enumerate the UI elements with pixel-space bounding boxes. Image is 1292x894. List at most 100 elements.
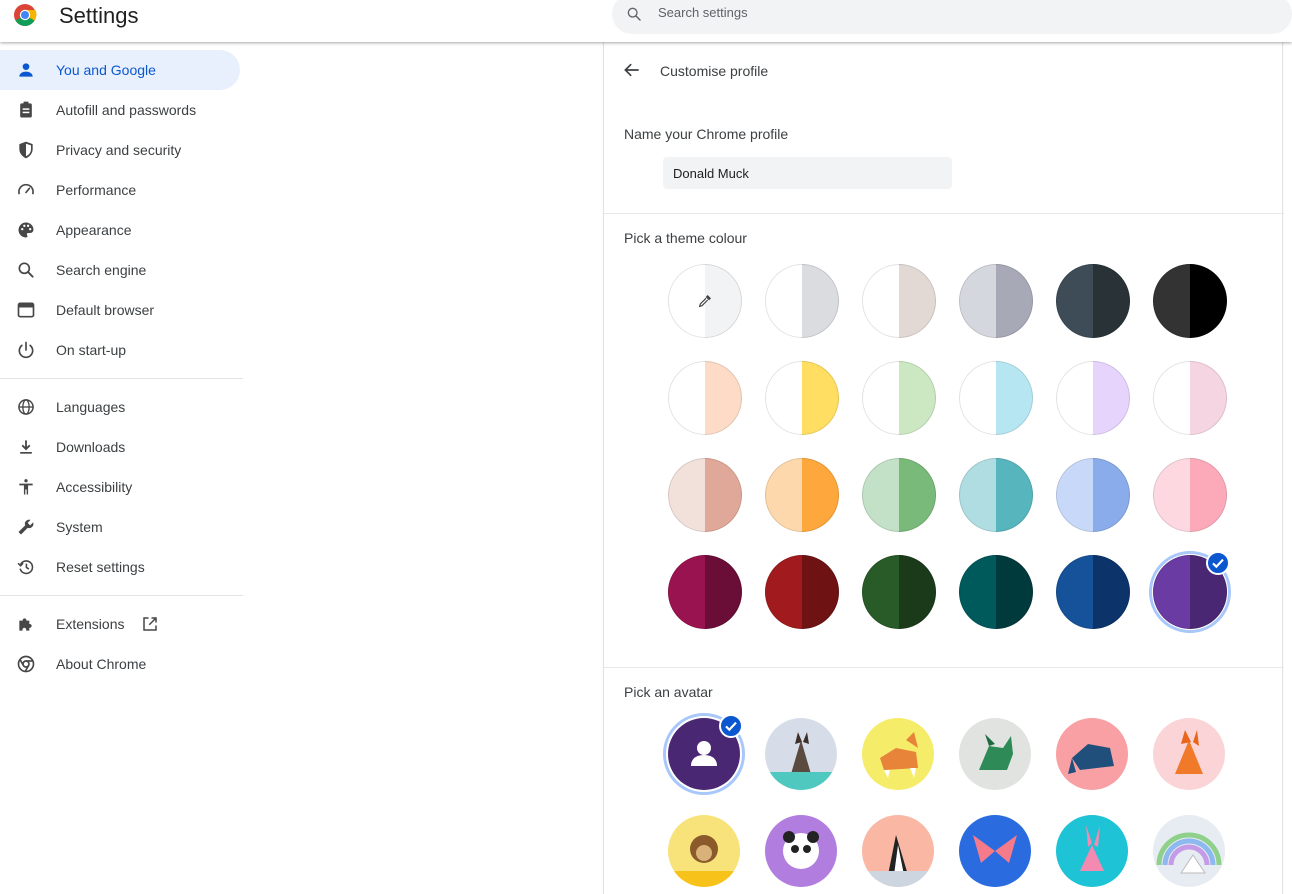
- theme-swatch[interactable]: [765, 361, 839, 435]
- sidebar: You and Google Autofill and passwords Pr…: [0, 42, 243, 894]
- sidebar-item-languages[interactable]: Languages: [0, 387, 240, 427]
- search-icon: [627, 7, 641, 21]
- theme-swatch[interactable]: [765, 458, 839, 532]
- theme-swatch[interactable]: [1056, 361, 1130, 435]
- sidebar-item-label: Appearance: [56, 222, 132, 238]
- sidebar-item-system[interactable]: System: [0, 507, 240, 547]
- theme-swatch[interactable]: [1056, 264, 1130, 338]
- globe-icon: [18, 399, 34, 415]
- sidebar-item-label: About Chrome: [56, 656, 147, 672]
- sidebar-divider: [0, 378, 243, 379]
- origami-fox-avatar[interactable]: [1153, 718, 1225, 790]
- theme-swatch[interactable]: [1153, 264, 1227, 338]
- profile-name-input[interactable]: [663, 157, 952, 189]
- origami-corgi-avatar[interactable]: [862, 718, 934, 790]
- sidebar-item-privacy[interactable]: Privacy and security: [0, 130, 240, 170]
- sidebar-item-appearance[interactable]: Appearance: [0, 210, 240, 250]
- sidebar-item-label: You and Google: [56, 62, 156, 78]
- theme-swatch[interactable]: [668, 555, 742, 629]
- theme-colour-label: Pick a theme colour: [624, 230, 747, 246]
- theme-swatch[interactable]: [959, 264, 1033, 338]
- chrome-logo-icon: [14, 4, 37, 26]
- theme-swatch[interactable]: [862, 264, 936, 338]
- browser-window-icon: [17, 302, 35, 318]
- sidebar-item-label: On start-up: [56, 342, 127, 358]
- clipboard-icon: [20, 101, 32, 118]
- accessibility-icon: [19, 479, 33, 495]
- origami-rabbit-avatar[interactable]: [1056, 815, 1128, 887]
- sidebar-item-label: System: [56, 519, 103, 535]
- theme-swatch[interactable]: [765, 555, 839, 629]
- theme-swatch[interactable]: [668, 361, 742, 435]
- search-icon: [18, 262, 34, 278]
- wrench-icon: [18, 519, 34, 535]
- search-input[interactable]: [658, 5, 1158, 20]
- theme-swatch[interactable]: [1056, 555, 1130, 629]
- sidebar-item-label: Languages: [56, 399, 126, 415]
- sidebar-item-extensions[interactable]: Extensions: [0, 604, 240, 644]
- sidebar-item-downloads[interactable]: Downloads: [0, 427, 240, 467]
- speedometer-icon: [18, 183, 34, 195]
- origami-dragon-avatar[interactable]: [959, 718, 1031, 790]
- app-title: Settings: [59, 3, 139, 28]
- top-bar: Settings: [0, 0, 1292, 42]
- sidebar-item-label: Search engine: [56, 262, 147, 278]
- section-divider: [604, 213, 1284, 214]
- theme-swatch[interactable]: [862, 458, 936, 532]
- theme-swatch[interactable]: [765, 264, 839, 338]
- panel-title: Customise profile: [660, 63, 769, 79]
- download-icon: [20, 440, 32, 454]
- sidebar-item-label: Accessibility: [56, 479, 133, 495]
- sidebar-item-label: Autofill and passwords: [56, 102, 197, 118]
- sidebar-item-default-browser[interactable]: Default browser: [0, 290, 240, 330]
- open-in-new-icon: [143, 617, 157, 631]
- puzzle-icon: [19, 618, 32, 631]
- sidebar-item-label: Reset settings: [56, 559, 145, 575]
- power-icon: [18, 341, 34, 359]
- theme-swatch[interactable]: [668, 458, 742, 532]
- origami-cat-avatar[interactable]: [765, 718, 837, 790]
- sidebar-item-performance[interactable]: Performance: [0, 170, 240, 210]
- sidebar-item-label: Performance: [56, 182, 137, 198]
- sidebar-item-on-startup[interactable]: On start-up: [0, 330, 240, 370]
- origami-monkey-avatar[interactable]: [668, 815, 740, 887]
- person-icon: [19, 63, 33, 77]
- sidebar-item-reset-settings[interactable]: Reset settings: [0, 547, 240, 587]
- theme-swatch[interactable]: [1153, 361, 1227, 435]
- sidebar-item-autofill[interactable]: Autofill and passwords: [0, 90, 240, 130]
- profile-name-label: Name your Chrome profile: [624, 126, 789, 142]
- sidebar-item-search-engine[interactable]: Search engine: [0, 250, 240, 290]
- sidebar-divider: [0, 595, 243, 596]
- theme-swatch[interactable]: [959, 361, 1033, 435]
- checkmark-icon: [719, 714, 743, 738]
- section-divider: [604, 667, 1284, 668]
- sidebar-item-label: Default browser: [56, 302, 155, 318]
- sidebar-item-you-and-google[interactable]: You and Google: [0, 50, 240, 90]
- theme-swatch[interactable]: [1056, 458, 1130, 532]
- theme-swatch[interactable]: [1153, 458, 1227, 532]
- sidebar-item-label: Downloads: [56, 439, 126, 455]
- sidebar-item-label: Privacy and security: [56, 142, 182, 158]
- theme-swatch[interactable]: [668, 264, 742, 338]
- origami-butterfly-avatar[interactable]: [959, 815, 1031, 887]
- customise-profile-panel: Customise profile Name your Chrome profi…: [603, 42, 1284, 894]
- theme-swatch[interactable]: [862, 555, 936, 629]
- origami-penguin-avatar[interactable]: [862, 815, 934, 887]
- eyedropper-icon: [698, 295, 711, 308]
- theme-swatch[interactable]: [959, 555, 1033, 629]
- theme-swatch[interactable]: [862, 361, 936, 435]
- origami-unicorn-avatar[interactable]: [1153, 815, 1225, 887]
- checkmark-icon: [1206, 551, 1230, 575]
- chrome-icon: [17, 655, 35, 673]
- history-icon: [17, 560, 34, 575]
- palette-icon: [18, 222, 34, 238]
- sidebar-item-accessibility[interactable]: Accessibility: [0, 467, 240, 507]
- theme-swatch[interactable]: [959, 458, 1033, 532]
- search-box[interactable]: [612, 0, 1292, 34]
- sidebar-item-about-chrome[interactable]: About Chrome: [0, 644, 240, 684]
- origami-elephant-avatar[interactable]: [1056, 718, 1128, 790]
- avatar-label: Pick an avatar: [624, 684, 713, 700]
- origami-panda-avatar[interactable]: [765, 815, 837, 887]
- back-arrow-icon[interactable]: [622, 60, 642, 80]
- sidebar-item-label: Extensions: [56, 616, 125, 632]
